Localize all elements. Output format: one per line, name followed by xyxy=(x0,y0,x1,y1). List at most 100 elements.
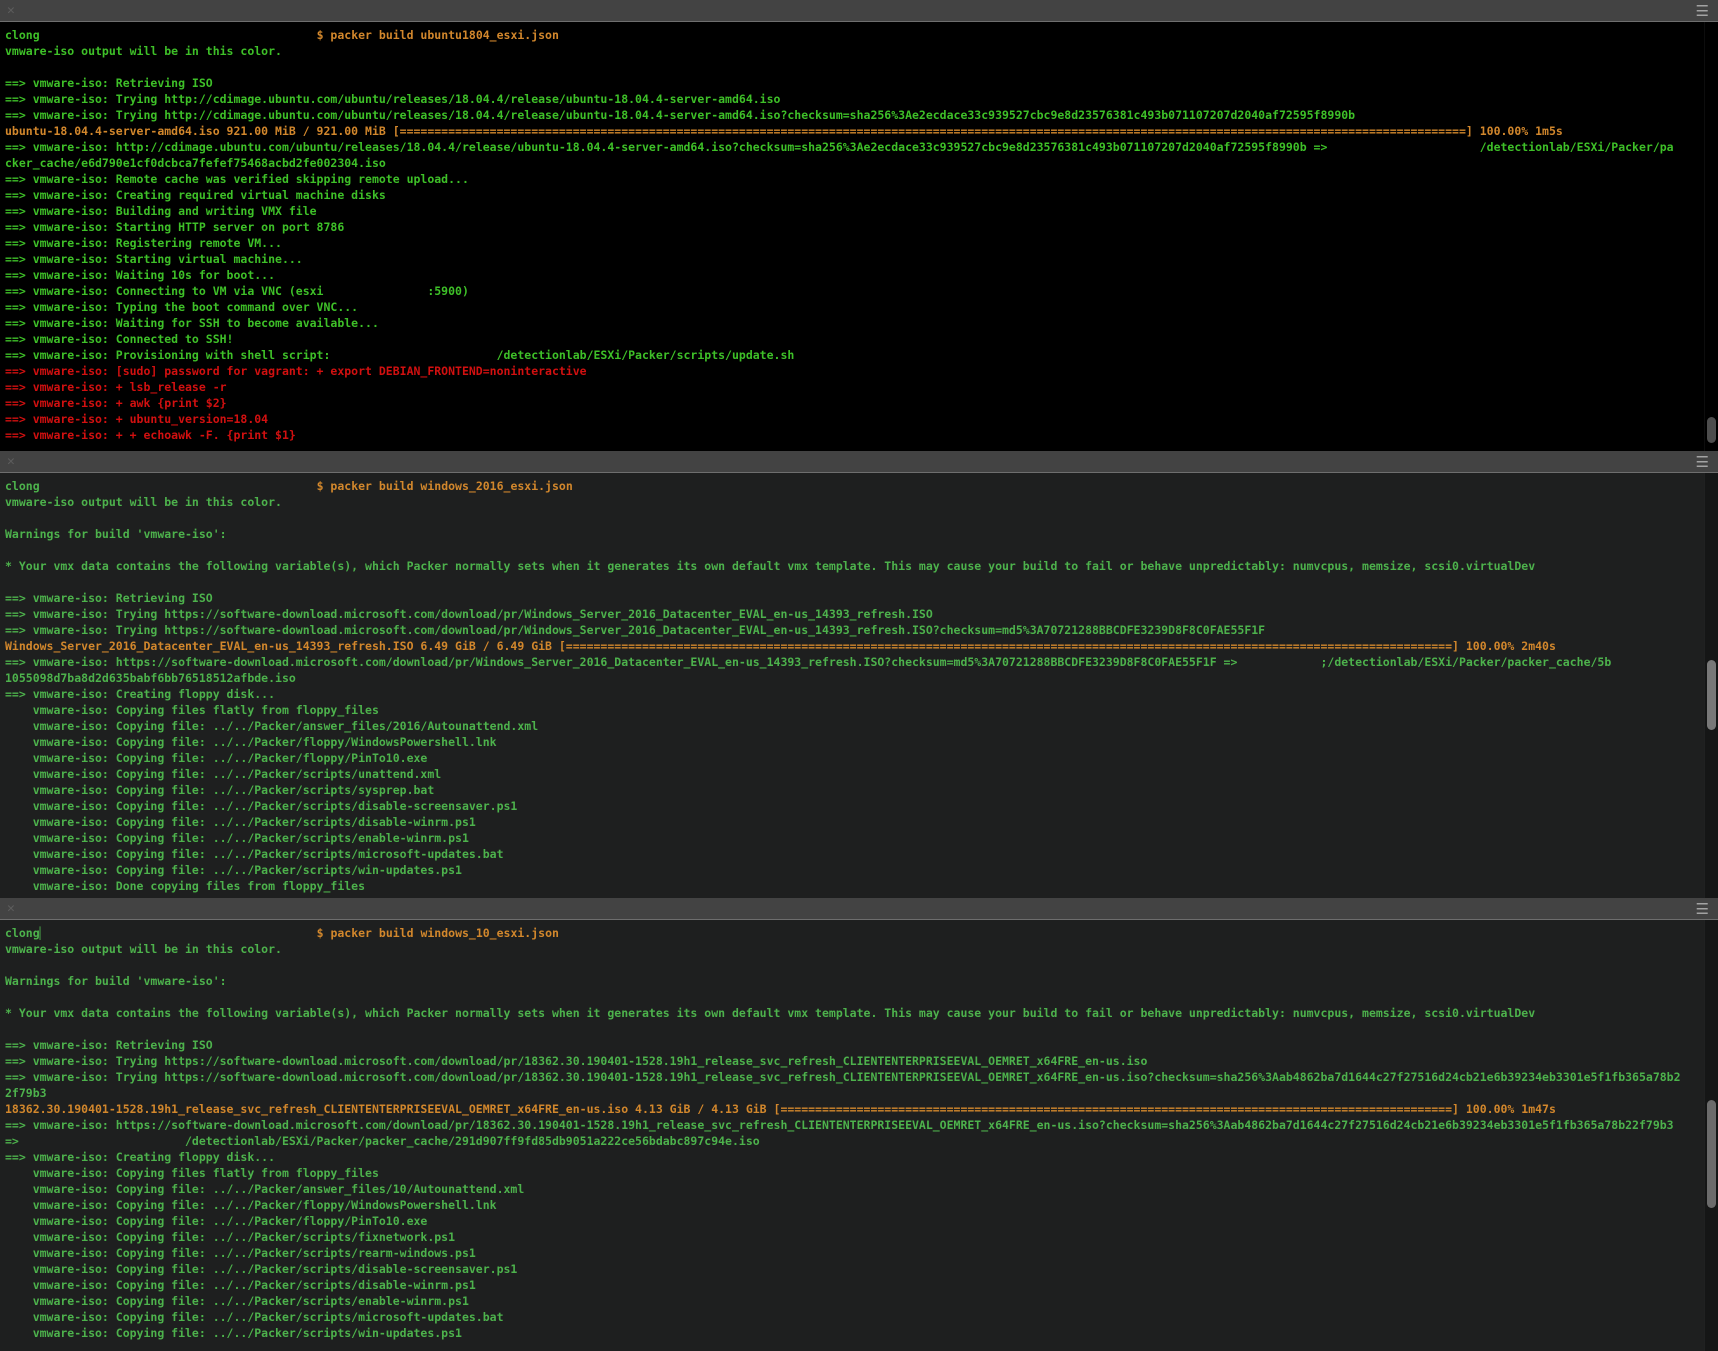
terminal-line xyxy=(5,542,1718,558)
menu-icon[interactable]: ☰ xyxy=(1696,900,1709,918)
close-icon[interactable]: ✕ xyxy=(7,455,15,468)
terminal-line: vmware-iso: Copying file: ../../Packer/s… xyxy=(5,1277,1718,1293)
terminal-line: ==> vmware-iso: Starting HTTP server on … xyxy=(5,219,1718,235)
terminal-line: ==> vmware-iso: Registering remote VM... xyxy=(5,235,1718,251)
terminal-line: ==> vmware-iso: http://cdimage.ubuntu.co… xyxy=(5,139,1718,155)
terminal-line: * Your vmx data contains the following v… xyxy=(5,558,1718,574)
terminal-line: vmware-iso: Copying file: ../../Packer/s… xyxy=(5,830,1718,846)
terminal-line: ==> vmware-iso: Waiting 10s for boot... xyxy=(5,267,1718,283)
close-icon[interactable]: ✕ xyxy=(7,4,15,17)
terminal-line: ==> vmware-iso: Trying http://cdimage.ub… xyxy=(5,91,1718,107)
terminal-line: ==> vmware-iso: Trying https://software-… xyxy=(5,606,1718,622)
terminal-line: ==> vmware-iso: Creating floppy disk... xyxy=(5,686,1718,702)
terminal-line: vmware-iso output will be in this color. xyxy=(5,494,1718,510)
terminal-line: Warnings for build 'vmware-iso': xyxy=(5,973,1718,989)
terminal-line: vmware-iso: Copying files flatly from fl… xyxy=(5,702,1718,718)
scrollbar-track[interactable] xyxy=(1704,22,1718,451)
menu-icon[interactable]: ☰ xyxy=(1696,453,1709,471)
terminal-line xyxy=(5,510,1718,526)
scrollbar-thumb[interactable] xyxy=(1707,660,1716,730)
terminal-line: vmware-iso: Copying file: ../../Packer/f… xyxy=(5,1197,1718,1213)
terminal-line: ==> vmware-iso: Connecting to VM via VNC… xyxy=(5,283,1718,299)
terminal-line xyxy=(5,574,1718,590)
terminal-line: ==> vmware-iso: Trying http://cdimage.ub… xyxy=(5,107,1718,123)
terminal-line: => /detectionlab/ESXi/Packer/packer_cach… xyxy=(5,1133,1718,1149)
terminal-output[interactable]: clong▏ $ packer build windows_10_esxi.js… xyxy=(0,920,1718,1351)
terminal-pane-windows2016: ✕ ☰ clong $ packer build windows_2016_es… xyxy=(0,451,1718,898)
terminal-line: 1055098d7ba8d2d635babf6bb76518512afbde.i… xyxy=(5,670,1718,686)
terminal-line: ubuntu-18.04.4-server-amd64.iso 921.00 M… xyxy=(5,123,1718,139)
terminal-line: vmware-iso: Copying file: ../../Packer/f… xyxy=(5,750,1718,766)
menu-icon[interactable]: ☰ xyxy=(1696,2,1709,20)
terminal-line: clong▏ $ packer build windows_10_esxi.js… xyxy=(5,925,1718,941)
terminal-line: vmware-iso output will be in this color. xyxy=(5,43,1718,59)
terminal-line: ==> vmware-iso: Provisioning with shell … xyxy=(5,347,1718,363)
terminal-line: ==> vmware-iso: Building and writing VMX… xyxy=(5,203,1718,219)
terminal-output[interactable]: clong $ packer build windows_2016_esxi.j… xyxy=(0,473,1718,898)
terminal-line: vmware-iso: Copying file: ../../Packer/s… xyxy=(5,1245,1718,1261)
terminal-line: vmware-iso: Copying file: ../../Packer/f… xyxy=(5,734,1718,750)
pane-titlebar[interactable]: ✕ ☰ xyxy=(0,451,1718,473)
pane-titlebar[interactable]: ✕ ☰ xyxy=(0,0,1718,22)
close-icon[interactable]: ✕ xyxy=(7,902,15,915)
terminal-line: ==> vmware-iso: Remote cache was verifie… xyxy=(5,171,1718,187)
terminal-line: vmware-iso: Copying file: ../../Packer/s… xyxy=(5,766,1718,782)
terminal-line: ==> vmware-iso: Trying https://software-… xyxy=(5,1069,1718,1085)
terminal-pane-windows10: ✕ ☰ clong▏ $ packer build windows_10_esx… xyxy=(0,898,1718,1351)
terminal-line: clong $ packer build windows_2016_esxi.j… xyxy=(5,478,1718,494)
scrollbar-thumb[interactable] xyxy=(1707,1100,1716,1208)
terminal-line: ==> vmware-iso: + + echoawk -F. {print $… xyxy=(5,427,1718,443)
terminal-line: ==> vmware-iso: Typing the boot command … xyxy=(5,299,1718,315)
terminal-line: Warnings for build 'vmware-iso': xyxy=(5,526,1718,542)
terminal-line: ==> vmware-iso: Creating required virtua… xyxy=(5,187,1718,203)
terminal-line: ==> vmware-iso: + awk {print $2} xyxy=(5,395,1718,411)
terminal-line xyxy=(5,1021,1718,1037)
terminal-line: 18362.30.190401-1528.19h1_release_svc_re… xyxy=(5,1101,1718,1117)
terminal-line: vmware-iso: Copying file: ../../Packer/a… xyxy=(5,1181,1718,1197)
terminal-line xyxy=(5,989,1718,1005)
terminal-line: vmware-iso: Copying file: ../../Packer/s… xyxy=(5,1325,1718,1341)
terminal-line: vmware-iso: Copying file: ../../Packer/s… xyxy=(5,862,1718,878)
terminal-line: vmware-iso: Copying file: ../../Packer/s… xyxy=(5,1293,1718,1309)
terminal-line: vmware-iso: Copying file: ../../Packer/s… xyxy=(5,798,1718,814)
terminal-output[interactable]: clong $ packer build ubuntu1804_esxi.jso… xyxy=(0,22,1718,451)
terminal-line: vmware-iso: Copying file: ../../Packer/s… xyxy=(5,1309,1718,1325)
terminal-line: ==> vmware-iso: https://software-downloa… xyxy=(5,1117,1718,1133)
terminal-line: vmware-iso: Copying file: ../../Packer/s… xyxy=(5,1229,1718,1245)
terminal-line: ==> vmware-iso: + lsb_release -r xyxy=(5,379,1718,395)
terminal-line: ==> vmware-iso: Retrieving ISO xyxy=(5,1037,1718,1053)
terminal-text: clong $ packer build windows_2016_esxi.j… xyxy=(0,473,1718,894)
terminal-line: vmware-iso: Done copying files from flop… xyxy=(5,878,1718,894)
scrollbar-track[interactable] xyxy=(1704,920,1718,1351)
terminal-workspace: ✕ ☰ clong $ packer build ubuntu1804_esxi… xyxy=(0,0,1718,1351)
terminal-line: ==> vmware-iso: Retrieving ISO xyxy=(5,590,1718,606)
terminal-line xyxy=(5,957,1718,973)
terminal-line: ==> vmware-iso: + ubuntu_version=18.04 xyxy=(5,411,1718,427)
terminal-line: ==> vmware-iso: Retrieving ISO xyxy=(5,75,1718,91)
terminal-line: ==> vmware-iso: [sudo] password for vagr… xyxy=(5,363,1718,379)
terminal-line xyxy=(5,59,1718,75)
terminal-line: vmware-iso: Copying file: ../../Packer/s… xyxy=(5,846,1718,862)
terminal-line: vmware-iso: Copying file: ../../Packer/s… xyxy=(5,782,1718,798)
terminal-line: * Your vmx data contains the following v… xyxy=(5,1005,1718,1021)
terminal-line: cker_cache/e6d790e1cf0dcbca7fefef75468ac… xyxy=(5,155,1718,171)
terminal-line: vmware-iso: Copying file: ../../Packer/s… xyxy=(5,814,1718,830)
terminal-line: Windows_Server_2016_Datacenter_EVAL_en-u… xyxy=(5,638,1718,654)
terminal-line: vmware-iso: Copying file: ../../Packer/f… xyxy=(5,1213,1718,1229)
terminal-text: clong $ packer build ubuntu1804_esxi.jso… xyxy=(0,22,1718,443)
terminal-line: clong $ packer build ubuntu1804_esxi.jso… xyxy=(5,27,1718,43)
terminal-line: vmware-iso: Copying files flatly from fl… xyxy=(5,1165,1718,1181)
terminal-line: ==> vmware-iso: Starting virtual machine… xyxy=(5,251,1718,267)
terminal-text: clong▏ $ packer build windows_10_esxi.js… xyxy=(0,920,1718,1341)
terminal-line: vmware-iso output will be in this color. xyxy=(5,941,1718,957)
terminal-line: ==> vmware-iso: Trying https://software-… xyxy=(5,1053,1718,1069)
terminal-line: vmware-iso: Copying file: ../../Packer/s… xyxy=(5,1261,1718,1277)
pane-titlebar[interactable]: ✕ ☰ xyxy=(0,898,1718,920)
terminal-line: ==> vmware-iso: Creating floppy disk... xyxy=(5,1149,1718,1165)
terminal-line: ==> vmware-iso: https://software-downloa… xyxy=(5,654,1718,670)
terminal-pane-ubuntu1804: ✕ ☰ clong $ packer build ubuntu1804_esxi… xyxy=(0,0,1718,451)
terminal-line: 2f79b3 xyxy=(5,1085,1718,1101)
scrollbar-track[interactable] xyxy=(1704,473,1718,898)
terminal-line: vmware-iso: Copying file: ../../Packer/a… xyxy=(5,718,1718,734)
scrollbar-thumb[interactable] xyxy=(1707,417,1716,443)
